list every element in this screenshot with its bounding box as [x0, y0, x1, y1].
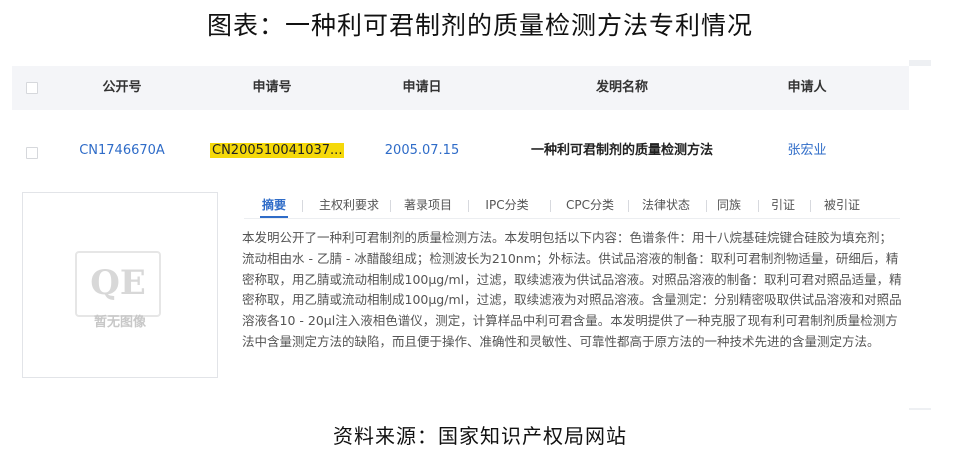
detail-tabs: 摘要 主权利要求 著录项目 IPC分类 CPC分类 法律状态 同族 引证 被引证 [244, 194, 900, 219]
tab-divider [706, 200, 707, 212]
tab-divider [628, 200, 629, 212]
header-applicant[interactable]: 申请人 [742, 66, 872, 110]
table-header: 公开号 申请号 申请日 发明名称 申请人 [12, 66, 909, 110]
application-no-link[interactable]: CN200510041037... [210, 143, 345, 158]
header-application-no[interactable]: 申请号 [212, 66, 332, 110]
abstract-text: 本发明公开了一种利可君制剂的质量检测方法。本发明包括以下内容：色谱条件：用十八烷… [242, 230, 902, 349]
page-title: 图表：一种利可君制剂的质量检测方法专利情况 [206, 11, 753, 40]
row-checkbox[interactable] [26, 147, 38, 159]
tab-family[interactable]: 同族 [714, 194, 744, 216]
header-application-date[interactable]: 申请日 [362, 66, 482, 110]
tab-divider [758, 200, 759, 212]
tab-divider [810, 200, 811, 212]
no-image-icon: QE [75, 251, 161, 317]
application-no-cell: CN200510041037... [210, 126, 345, 176]
select-all-checkbox[interactable] [26, 82, 38, 94]
application-date-value: 2005.07.15 [384, 143, 460, 158]
tab-divider [302, 200, 303, 212]
invention-name-link[interactable]: 一种利可君制剂的质量检测方法 [502, 126, 742, 176]
tab-divider [468, 200, 469, 212]
tab-cited-by[interactable]: 被引证 [820, 194, 864, 216]
table-row: CN1746670A CN200510041037... 2005.07.15 … [12, 126, 909, 176]
tab-bibliographic[interactable]: 著录项目 [400, 194, 456, 216]
header-publication-no[interactable]: 公开号 [62, 66, 182, 110]
no-image-label: 暂无图像 [93, 315, 146, 330]
tab-legal-status[interactable]: 法律状态 [638, 194, 694, 216]
patent-results-panel: 公开号 申请号 申请日 发明名称 申请人 CN1746670A CN200510… [12, 66, 932, 408]
applicant-link[interactable]: 张宏业 [742, 126, 872, 176]
tab-divider [550, 200, 551, 212]
tab-divider [390, 200, 391, 212]
tab-ipc[interactable]: IPC分类 [478, 194, 536, 216]
header-invention-name[interactable]: 发明名称 [522, 66, 722, 110]
tab-citations[interactable]: 引证 [768, 194, 798, 216]
tab-main-claims[interactable]: 主权利要求 [314, 194, 384, 216]
patent-image-placeholder: QE 暂无图像 [22, 192, 218, 378]
tab-cpc[interactable]: CPC分类 [560, 194, 620, 216]
source-note: 资料来源：国家知识产权局网站 [333, 424, 627, 448]
tab-abstract[interactable]: 摘要 [260, 194, 288, 218]
publication-no-link[interactable]: CN1746670A [62, 126, 182, 176]
